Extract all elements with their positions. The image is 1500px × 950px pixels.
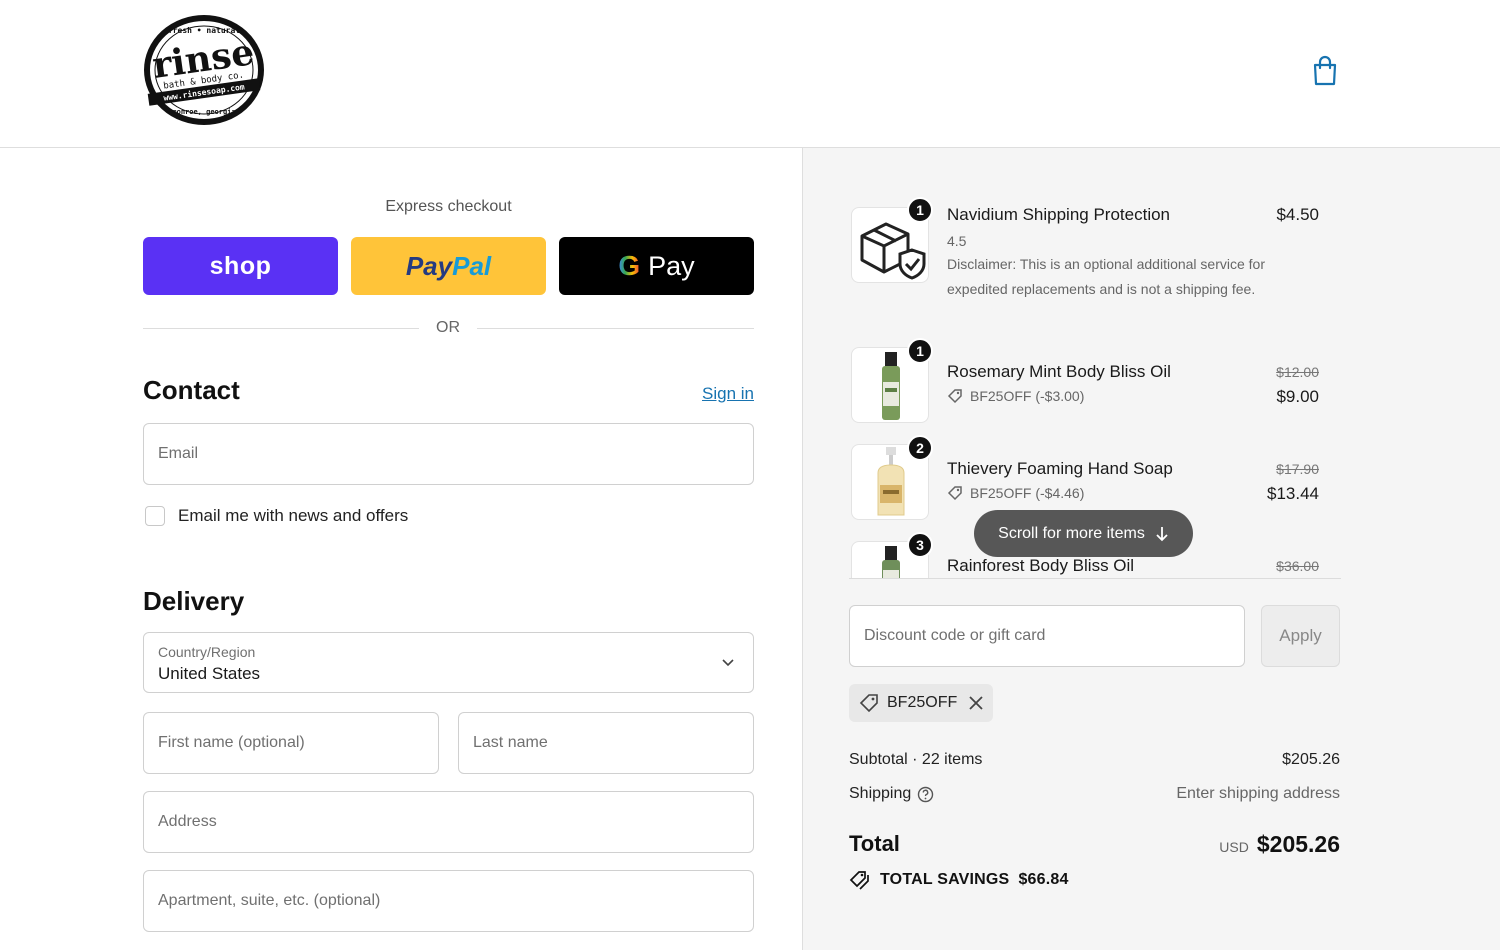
google-pay-label: Pay [648,250,695,281]
first-name-placeholder: First name (optional) [158,734,305,751]
order-summary: 1 Navidium Shipping Protection 4.5 Discl… [802,148,1500,950]
address-placeholder: Address [158,813,217,830]
newsletter-label: Email me with news and offers [178,506,409,525]
apartment-placeholder: Apartment, suite, etc. (optional) [158,892,381,909]
or-label: OR [436,319,460,336]
total-savings-label: TOTAL SAVINGS [880,871,1010,888]
shop-pay-label: shop [209,251,272,280]
last-name-field[interactable]: Last name [458,712,754,774]
paypal-label-pal: Pal [452,250,492,281]
chevron-down-icon [722,659,734,667]
total-savings: TOTAL SAVINGS $66.84 [849,870,1069,890]
shipping-text: Shipping [849,785,912,802]
item-original-price: $12.00 [1276,364,1319,380]
applied-discount-chip: BF25OFF [849,684,994,722]
address-field[interactable]: Address [143,791,754,853]
apartment-field[interactable]: Apartment, suite, etc. (optional) [143,870,754,932]
tag-icon [947,389,962,404]
email-field[interactable]: Email [143,423,754,485]
item-disclaimer: Disclaimer: This is an optional addition… [947,256,1265,297]
subtotal-label: Subtotal · 22 items [849,751,982,769]
close-icon[interactable] [969,696,983,710]
paypal-button[interactable]: Pay Pal [351,237,546,295]
logo-arc-bottom: monroe, georgia [172,108,235,116]
item-discount: BF25OFF (-$3.00) [947,388,1084,404]
paypal-label-pay: Pay [405,250,453,281]
total-value: $205.26 [1256,831,1340,857]
arrow-down-icon [1156,526,1168,541]
discount-code-input[interactable]: Discount code or gift card [849,605,1245,667]
applied-discount-code: BF25OFF [887,694,958,711]
country-value: United States [158,664,261,683]
shopping-bag-icon[interactable] [1310,55,1340,87]
quantity-badge: 1 [907,338,933,364]
first-name-field[interactable]: First name (optional) [143,712,439,774]
header: fresh • natural rinse bath & body co. ww… [0,0,1500,148]
item-price: $4.50 [1276,205,1319,224]
rinse-logo[interactable]: fresh • natural rinse bath & body co. ww… [140,14,268,126]
item-discount-label: BF25OFF (-$4.46) [970,485,1085,501]
country-select[interactable]: Country/Region United States [143,632,754,693]
subtotal-text: Subtotal · 22 items [849,751,983,768]
tag-icon [859,694,878,713]
scroll-for-more-label: Scroll for more items [998,524,1145,542]
item-discount-label: BF25OFF (-$3.00) [970,388,1085,404]
quantity-badge: 3 [907,532,933,558]
scroll-for-more-button[interactable]: Scroll for more items [974,510,1193,557]
country-label: Country/Region [158,644,256,660]
item-name: Rosemary Mint Body Bliss Oil [947,362,1171,381]
item-original-price: $17.90 [1276,461,1319,477]
total-currency: USD [1219,839,1249,855]
total-amount: USD $205.26 [1219,831,1340,858]
item-original-price: $36.00 [1276,558,1319,574]
total-label: Total [849,831,900,856]
item-name: Navidium Shipping Protection [947,205,1171,224]
checkout-form: Express checkout shop Pay Pal G Pay OR Co… [0,148,802,950]
quantity-badge: 2 [907,435,933,461]
shop-pay-button[interactable]: shop [143,237,338,295]
item-price: $13.44 [1267,484,1319,503]
item-discount: BF25OFF (-$4.46) [947,485,1084,501]
delivery-title: Delivery [143,586,245,616]
help-circle-icon[interactable] [917,786,934,803]
tag-icon [947,486,962,501]
quantity-badge: 1 [907,197,933,223]
express-checkout-title: Express checkout [385,198,512,215]
discount-code-placeholder: Discount code or gift card [864,627,1046,644]
google-pay-button[interactable]: G Pay [559,237,754,295]
google-g-icon: G [618,250,641,281]
item-price: $9.00 [1276,387,1319,406]
apply-discount-button[interactable]: Apply [1261,605,1340,667]
newsletter-checkbox[interactable] [145,506,165,526]
item-variant: 4.5 [947,233,967,249]
or-divider-right [477,328,754,329]
shipping-label: Shipping [849,785,934,803]
item-name: Thievery Foaming Hand Soap [947,459,1173,478]
sign-in-link[interactable]: Sign in [650,384,754,404]
subtotal-value: $205.26 [1282,751,1340,768]
item-name: Rainforest Body Bliss Oil [947,556,1135,575]
or-divider-left [143,328,419,329]
shipping-value: Enter shipping address [1176,785,1340,802]
last-name-placeholder: Last name [473,734,548,751]
email-placeholder: Email [158,445,199,462]
contact-title: Contact [143,375,240,405]
tags-icon [849,871,869,890]
total-savings-value: $66.84 [1018,871,1069,888]
